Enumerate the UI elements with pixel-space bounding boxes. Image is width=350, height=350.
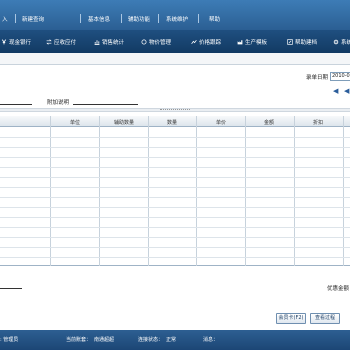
- toolbar-cash-bank[interactable]: 现金银行: [1, 38, 31, 46]
- splitter[interactable]: [0, 108, 350, 112]
- menu-item-new-query[interactable]: 新建查询: [22, 15, 44, 23]
- menu-item-login[interactable]: 入: [2, 15, 8, 23]
- table-row[interactable]: [0, 167, 350, 168]
- column-unit-price[interactable]: 单价: [216, 119, 226, 126]
- grid-header: 单位 辅助数量 数量 单价 金额 折扣: [0, 116, 350, 127]
- yen-icon: [1, 39, 7, 45]
- table-row[interactable]: [0, 237, 350, 238]
- column-amount[interactable]: 金额: [264, 119, 274, 126]
- supplier-field[interactable]: [0, 104, 32, 105]
- grid-column-divider: [343, 116, 344, 266]
- toolbar: 现金银行 应收应付 销售统计 物价管理 价格跟踪 生产模板 帮助建档 系统: [0, 30, 350, 53]
- arrow-left-icon: ◀: [344, 87, 350, 95]
- toolbar-price-management-label: 物价管理: [149, 40, 172, 46]
- table-row[interactable]: [0, 147, 350, 148]
- table-row[interactable]: [0, 227, 350, 228]
- menu-separator: [198, 14, 199, 23]
- toolbar-help-archive-label: 帮助建档: [295, 40, 318, 46]
- member-card-button[interactable]: 会员卡(F2): [276, 313, 306, 324]
- table-row[interactable]: [0, 157, 350, 158]
- menu-item-basic-info[interactable]: 基本信息: [88, 15, 110, 23]
- status-bar: : 管理员 当前账套： 南通超超 连接状态： 正常 消息：: [0, 330, 350, 350]
- tab-strip: [0, 53, 350, 65]
- status-message-label: 消息：: [203, 337, 219, 343]
- extra-note-label: 附加说明: [47, 100, 70, 106]
- menu-separator: [158, 14, 159, 23]
- chart-icon: [94, 40, 100, 45]
- menu-item-system-maintenance[interactable]: 系统维护: [166, 15, 188, 23]
- status-account-value: 南通超超: [94, 337, 115, 343]
- table-row[interactable]: [0, 207, 350, 208]
- discount-amount-label: 优惠金额: [327, 286, 350, 292]
- tag-icon: [141, 39, 147, 45]
- toolbar-production-template[interactable]: 生产模板: [237, 38, 267, 46]
- status-connection-value: 正常: [166, 337, 177, 343]
- column-aux-quantity[interactable]: 辅助数量: [114, 119, 134, 126]
- toolbar-receivable-payable-label: 应收应付: [54, 40, 77, 46]
- view-process-button[interactable]: 查看过程: [310, 313, 340, 324]
- menu-separator: [15, 14, 16, 23]
- table-row[interactable]: [0, 217, 350, 218]
- next-record-button[interactable]: ◀: [344, 87, 349, 95]
- table-row[interactable]: [0, 137, 350, 138]
- menu-bar: 入 新建查询 基本信息 辅助功能 系统维护 帮助: [0, 0, 350, 30]
- toolbar-sales-stats-label: 销售统计: [102, 40, 125, 46]
- item-grid[interactable]: 单位 辅助数量 数量 单价 金额 折扣: [0, 116, 350, 266]
- toolbar-cash-bank-label: 现金银行: [9, 40, 32, 46]
- splitter-grip: [160, 109, 190, 111]
- extra-note-field[interactable]: [73, 104, 138, 105]
- trend-icon: [191, 39, 197, 45]
- grid-column-divider: [99, 116, 100, 266]
- toolbar-production-template-label: 生产模板: [245, 40, 268, 46]
- record-date-field[interactable]: 2010-0: [330, 72, 350, 81]
- column-discount[interactable]: 折扣: [313, 119, 323, 126]
- table-row[interactable]: [0, 187, 350, 188]
- edit-icon: [287, 39, 293, 45]
- column-quantity[interactable]: 数量: [167, 119, 177, 126]
- table-row[interactable]: [0, 247, 350, 248]
- record-date-label: 录单日期: [306, 75, 329, 81]
- table-row[interactable]: [0, 177, 350, 178]
- grid-column-divider: [245, 116, 246, 266]
- arrow-left-icon: ◀: [333, 87, 339, 95]
- grid-column-divider: [148, 116, 149, 266]
- table-row[interactable]: [0, 257, 350, 258]
- table-row[interactable]: [0, 197, 350, 198]
- menu-item-help[interactable]: 帮助: [209, 15, 220, 23]
- toolbar-price-management[interactable]: 物价管理: [141, 38, 171, 46]
- toolbar-sales-stats[interactable]: 销售统计: [94, 38, 124, 46]
- exchange-icon: [46, 39, 52, 45]
- grid-column-divider: [294, 116, 295, 266]
- toolbar-receivable-payable[interactable]: 应收应付: [46, 38, 76, 46]
- toolbar-price-tracking-label: 价格跟踪: [199, 40, 222, 46]
- grid-column-divider: [196, 116, 197, 266]
- menu-separator: [80, 14, 81, 23]
- gear-icon: [333, 39, 339, 45]
- status-connection-label: 连接状态：: [138, 337, 164, 343]
- grid-column-divider: [50, 116, 51, 266]
- prev-record-button[interactable]: ◀: [333, 87, 338, 95]
- toolbar-help-archive[interactable]: 帮助建档: [287, 38, 317, 46]
- status-user: : 管理员: [0, 337, 19, 343]
- toolbar-price-tracking[interactable]: 价格跟踪: [191, 38, 221, 46]
- status-account-label: 当前账套：: [66, 337, 92, 343]
- toolbar-system[interactable]: 系统: [333, 38, 350, 46]
- menu-item-aux-functions[interactable]: 辅助功能: [128, 15, 150, 23]
- menu-separator: [121, 14, 122, 23]
- column-unit[interactable]: 单位: [70, 119, 80, 126]
- summary-field[interactable]: [0, 288, 22, 289]
- toolbar-system-label: 系统: [341, 40, 350, 46]
- factory-icon: [237, 40, 243, 45]
